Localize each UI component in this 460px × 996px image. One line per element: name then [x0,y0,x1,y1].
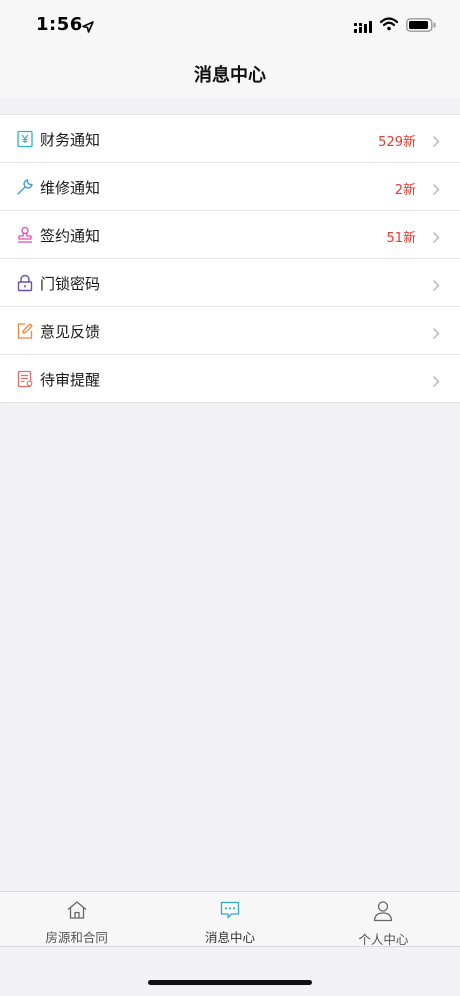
edit-icon [16,322,34,340]
list-item-feedback[interactable]: 意见反馈 [0,307,460,355]
wrench-icon [16,178,34,196]
tab-personal-center[interactable]: 个人中心 [307,892,460,947]
screen: 1:56 消息中心 财务通知 529新 维修通知 2新 签约通知 51新 门锁密… [0,0,460,996]
status-bar: 1:56 [0,0,460,50]
chevron-right-icon [432,181,440,200]
new-count-badge: 529新 [378,135,416,150]
house-icon [66,900,88,924]
tab-label: 房源和合同 [45,930,108,945]
message-icon [219,900,241,924]
battery-icon [406,17,436,36]
list-item-label: 门锁密码 [40,275,101,293]
chevron-right-icon [432,325,440,344]
chevron-right-icon [432,229,440,248]
chevron-right-icon [432,277,440,296]
list-item-contract[interactable]: 签约通知 51新 [0,211,460,259]
cellular-signal-icon [354,18,374,37]
chevron-right-icon [432,373,440,392]
tab-label: 个人中心 [358,932,409,947]
tab-bar: 房源和合同 消息中心 个人中心 [0,891,460,947]
nav-bar: 消息中心 [0,50,460,98]
stamp-icon [16,226,34,244]
document-icon [16,370,34,388]
list-item-label: 维修通知 [40,179,101,197]
list-item-label: 签约通知 [40,227,101,245]
page-title: 消息中心 [194,65,266,86]
list-item-door-lock[interactable]: 门锁密码 [0,259,460,307]
location-arrow-icon [82,18,94,37]
lock-icon [16,274,34,292]
list-item-pending-review[interactable]: 待审提醒 [0,355,460,403]
status-time: 1:56 [36,14,83,35]
new-count-badge: 2新 [394,183,416,198]
home-indicator[interactable] [148,980,312,985]
list-item-label: 意见反馈 [40,323,101,341]
person-icon [372,900,394,926]
finance-icon [16,130,34,148]
list-item-label: 财务通知 [40,131,101,149]
tab-properties-contracts[interactable]: 房源和合同 [0,892,153,946]
message-category-list: 财务通知 529新 维修通知 2新 签约通知 51新 门锁密码 意见反馈 待审提… [0,114,460,403]
list-item-repair[interactable]: 维修通知 2新 [0,163,460,211]
tab-label: 消息中心 [204,930,255,945]
tab-message-center[interactable]: 消息中心 [153,892,306,946]
list-item-label: 待审提醒 [40,371,101,389]
new-count-badge: 51新 [386,231,416,246]
list-item-finance[interactable]: 财务通知 529新 [0,115,460,163]
wifi-icon [379,16,399,35]
chevron-right-icon [432,133,440,152]
